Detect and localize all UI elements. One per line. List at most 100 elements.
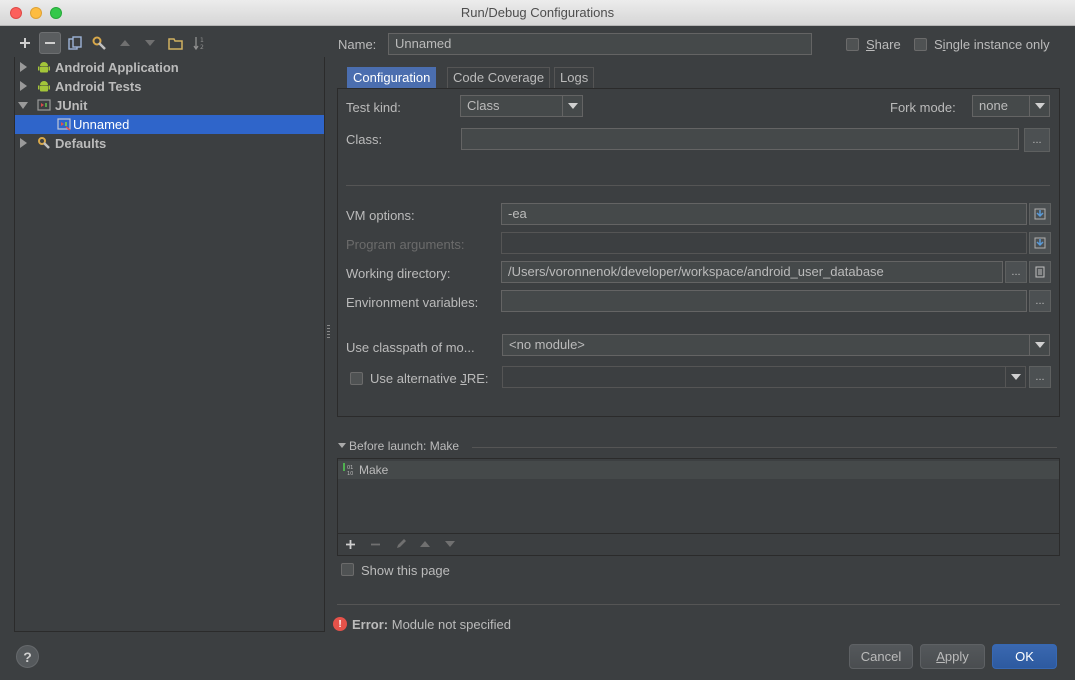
collapse-arrow-icon[interactable] xyxy=(18,102,28,109)
title-bar: Run/Debug Configurations xyxy=(0,0,1075,26)
single-instance-checkbox[interactable] xyxy=(914,38,927,51)
working-directory-label: Working directory: xyxy=(346,266,451,281)
test-kind-value: Class xyxy=(467,98,500,113)
program-arguments-label: Program arguments: xyxy=(346,237,465,252)
browse-working-directory-button[interactable]: ... xyxy=(1005,261,1027,283)
chevron-down-icon xyxy=(1005,367,1025,387)
remove-configuration-button[interactable] xyxy=(39,32,61,54)
share-label: Share xyxy=(866,37,901,52)
alternative-jre-select[interactable] xyxy=(502,366,1026,388)
junit-icon xyxy=(37,99,51,111)
copy-configuration-button[interactable] xyxy=(64,32,86,54)
alternative-jre-checkbox[interactable] xyxy=(350,372,363,385)
create-folder-button[interactable] xyxy=(164,32,186,54)
tree-item-label: JUnit xyxy=(55,98,88,113)
move-down-button[interactable] xyxy=(139,32,161,54)
environment-variables-label: Environment variables: xyxy=(346,295,479,310)
remove-icon[interactable] xyxy=(370,539,381,550)
window-title: Run/Debug Configurations xyxy=(460,5,615,20)
tree-item-label: Android Tests xyxy=(55,79,142,94)
svg-text:1: 1 xyxy=(200,37,204,44)
name-label: Name: xyxy=(338,37,377,52)
expand-icon xyxy=(1034,208,1046,220)
tree-item-android-tests[interactable]: Android Tests xyxy=(15,77,324,96)
move-down-icon[interactable] xyxy=(444,540,456,548)
chevron-down-icon xyxy=(1029,96,1049,116)
fork-mode-select[interactable]: none xyxy=(972,95,1050,117)
fork-mode-label: Fork mode: xyxy=(890,100,956,115)
expand-arrow-icon[interactable] xyxy=(20,62,27,72)
environment-variables-field[interactable] xyxy=(501,290,1027,312)
move-down-icon xyxy=(145,40,155,46)
classpath-module-select[interactable]: <no module> xyxy=(502,334,1050,356)
tree-item-junit[interactable]: JUnit xyxy=(15,96,324,115)
tab-configuration[interactable]: Configuration xyxy=(347,67,437,89)
tree-item-label: Android Application xyxy=(55,60,179,75)
move-up-icon[interactable] xyxy=(419,540,431,548)
tree-item-unnamed[interactable]: Unnamed xyxy=(15,115,324,134)
add-configuration-button[interactable] xyxy=(14,32,36,54)
configurations-toolbar: 12 xyxy=(14,32,324,56)
tree-item-android-application[interactable]: Android Application xyxy=(15,58,324,77)
divider xyxy=(346,185,1050,186)
error-prefix: Error: xyxy=(352,617,389,632)
name-field[interactable]: Unnamed xyxy=(388,33,812,55)
share-checkbox[interactable] xyxy=(846,38,859,51)
chevron-down-icon xyxy=(562,96,582,116)
tab-code-coverage[interactable]: Code Coverage xyxy=(447,67,551,89)
ok-button[interactable]: OK xyxy=(992,644,1057,669)
fork-mode-value: none xyxy=(979,98,1008,113)
alternative-jre-label: Use alternative JRE: xyxy=(370,371,489,386)
insert-macro-button[interactable] xyxy=(1029,261,1051,283)
list-item-label: Make xyxy=(359,463,389,477)
classpath-label: Use classpath of mo... xyxy=(346,340,475,355)
collapse-triangle-icon[interactable] xyxy=(338,443,346,449)
sort-configurations-button[interactable]: 12 xyxy=(189,32,211,54)
add-icon[interactable] xyxy=(345,539,356,550)
tree-item-label: Unnamed xyxy=(73,117,130,132)
edit-defaults-button[interactable] xyxy=(89,32,111,54)
wrench-icon xyxy=(92,36,106,50)
single-instance-label: Single instance only xyxy=(934,37,1050,52)
vm-options-field[interactable]: -ea xyxy=(501,203,1027,225)
error-icon: ! xyxy=(333,617,347,631)
edit-environment-variables-button[interactable]: ... xyxy=(1029,290,1051,312)
android-icon xyxy=(38,81,50,92)
expand-arrow-icon[interactable] xyxy=(20,138,27,148)
copy-icon xyxy=(68,36,82,50)
chevron-down-icon xyxy=(1029,335,1049,355)
before-launch-header: Before launch: Make xyxy=(349,439,460,453)
cancel-button[interactable]: Cancel xyxy=(849,644,913,669)
test-kind-select[interactable]: Class xyxy=(460,95,583,117)
move-up-icon xyxy=(120,40,130,46)
browse-class-button[interactable]: ... xyxy=(1024,128,1050,152)
browse-jre-button[interactable]: ... xyxy=(1029,366,1051,388)
expand-program-arguments-button[interactable] xyxy=(1029,232,1051,254)
tab-logs[interactable]: Logs xyxy=(554,67,595,89)
android-icon xyxy=(38,62,50,73)
expand-arrow-icon[interactable] xyxy=(20,81,27,91)
before-launch-list: 01 10 Make xyxy=(337,458,1060,534)
expand-vm-options-button[interactable] xyxy=(1029,203,1051,225)
tree-item-defaults[interactable]: Defaults xyxy=(15,134,324,153)
splitter-handle[interactable] xyxy=(327,325,330,339)
divider xyxy=(337,604,1060,605)
junit-config-icon xyxy=(57,118,71,131)
show-this-page-checkbox[interactable] xyxy=(341,563,354,576)
class-field[interactable] xyxy=(461,128,1019,150)
move-up-button[interactable] xyxy=(114,32,136,54)
classpath-module-value: <no module> xyxy=(509,337,585,352)
show-this-page-label: Show this page xyxy=(361,563,450,578)
apply-button[interactable]: Apply xyxy=(920,644,985,669)
list-item[interactable]: 01 10 Make xyxy=(338,461,1059,479)
divider xyxy=(472,447,1057,448)
expand-icon xyxy=(1034,237,1046,249)
document-icon xyxy=(1035,266,1045,278)
help-button[interactable]: ? xyxy=(16,645,39,668)
edit-icon[interactable] xyxy=(395,538,407,550)
remove-icon xyxy=(45,42,55,44)
vm-options-label: VM options: xyxy=(346,208,415,223)
working-directory-field[interactable]: /Users/voronnenok/developer/workspace/an… xyxy=(501,261,1003,283)
add-icon xyxy=(20,38,30,48)
program-arguments-field[interactable] xyxy=(501,232,1027,254)
